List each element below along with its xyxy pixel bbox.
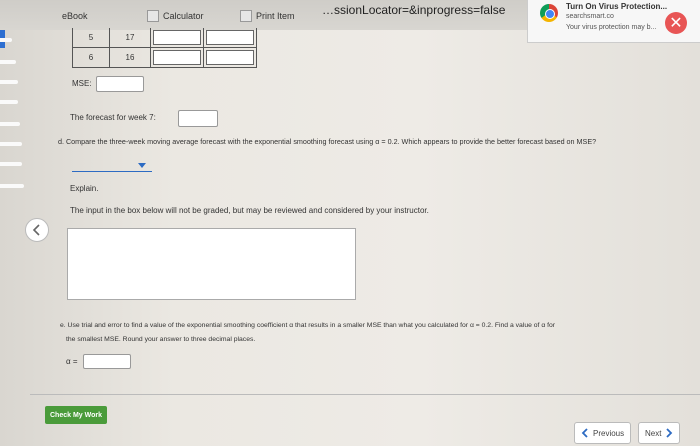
assignment-page: eBook Calculator Print Item …ssionLocato… [0, 0, 700, 446]
mse-input[interactable] [96, 76, 144, 92]
table-row: 5 17 [72, 28, 257, 48]
tab-print-item[interactable]: Print Item [240, 6, 295, 26]
next-button[interactable]: Next [638, 422, 681, 444]
explanation-textarea[interactable] [67, 228, 356, 300]
chrome-icon [540, 4, 558, 22]
notification-source: searchsmart.co [566, 13, 614, 20]
alpha-label: α = [66, 357, 78, 366]
previous-label: Previous [593, 428, 625, 438]
footer-divider [30, 394, 700, 395]
value-cell: 16 [110, 48, 151, 67]
chevron-left-icon [581, 428, 588, 438]
period-cell: 6 [72, 48, 110, 67]
sidebar-item[interactable] [0, 184, 24, 188]
tab-ebook[interactable]: eBook [62, 6, 88, 26]
answer-input[interactable] [153, 50, 201, 65]
sidebar-item[interactable] [0, 100, 18, 104]
sidebar-question-list [0, 30, 50, 240]
part-e-question-line1: e. Use trial and error to find a value o… [60, 322, 556, 329]
comparison-dropdown[interactable] [72, 160, 152, 172]
tab-ebook-label: eBook [62, 11, 88, 21]
explain-note: The input in the box below will not be g… [70, 206, 429, 215]
chevron-left-icon [32, 224, 40, 236]
answer-cell [204, 28, 257, 47]
chevron-right-icon [666, 428, 673, 438]
next-label: Next [645, 428, 662, 438]
address-bar-text[interactable]: …ssionLocator=&inprogress=false [322, 3, 505, 17]
alpha-input[interactable] [83, 354, 131, 369]
table-row: 6 16 [72, 48, 257, 68]
answer-input[interactable] [206, 50, 254, 65]
period-cell: 5 [72, 28, 110, 47]
sidebar-item[interactable] [0, 142, 22, 146]
sidebar-item[interactable] [0, 80, 18, 84]
sidebar-item[interactable] [0, 122, 20, 126]
part-d-question: d. Compare the three-week moving average… [58, 137, 597, 146]
notification-message: Your virus protection may b... [566, 24, 657, 31]
previous-button[interactable]: Previous [574, 422, 632, 444]
answer-input[interactable] [153, 30, 201, 45]
chevron-down-icon [138, 163, 146, 168]
notification-title: Turn On Virus Protection... [566, 2, 668, 11]
value-cell: 17 [110, 28, 151, 47]
close-icon[interactable]: ✕ [665, 12, 687, 34]
back-arrow-button[interactable] [25, 218, 49, 242]
answer-cell [151, 28, 204, 47]
part-e-question-line2: the smallest MSE. Round your answer to t… [66, 336, 256, 343]
answer-cell [151, 48, 204, 67]
tab-print-item-label: Print Item [256, 11, 295, 21]
mse-label: MSE: [72, 79, 92, 88]
forecast-week7-input[interactable] [178, 110, 218, 127]
calculator-icon [147, 10, 159, 22]
data-table: 5 17 6 16 [72, 28, 257, 68]
forecast-week7-label: The forecast for week 7: [70, 113, 156, 122]
sidebar-item[interactable] [0, 60, 16, 64]
tab-calculator-label: Calculator [163, 11, 204, 21]
explain-label: Explain. [70, 184, 99, 193]
virus-notification[interactable]: Turn On Virus Protection... searchsmart.… [527, 0, 700, 43]
answer-input[interactable] [206, 30, 254, 45]
check-my-work-button[interactable]: Check My Work [45, 406, 107, 424]
print-icon [240, 10, 252, 22]
sidebar-item[interactable] [0, 162, 22, 166]
answer-cell [204, 48, 257, 67]
tab-calculator[interactable]: Calculator [147, 6, 204, 26]
sidebar-item[interactable] [0, 38, 12, 42]
